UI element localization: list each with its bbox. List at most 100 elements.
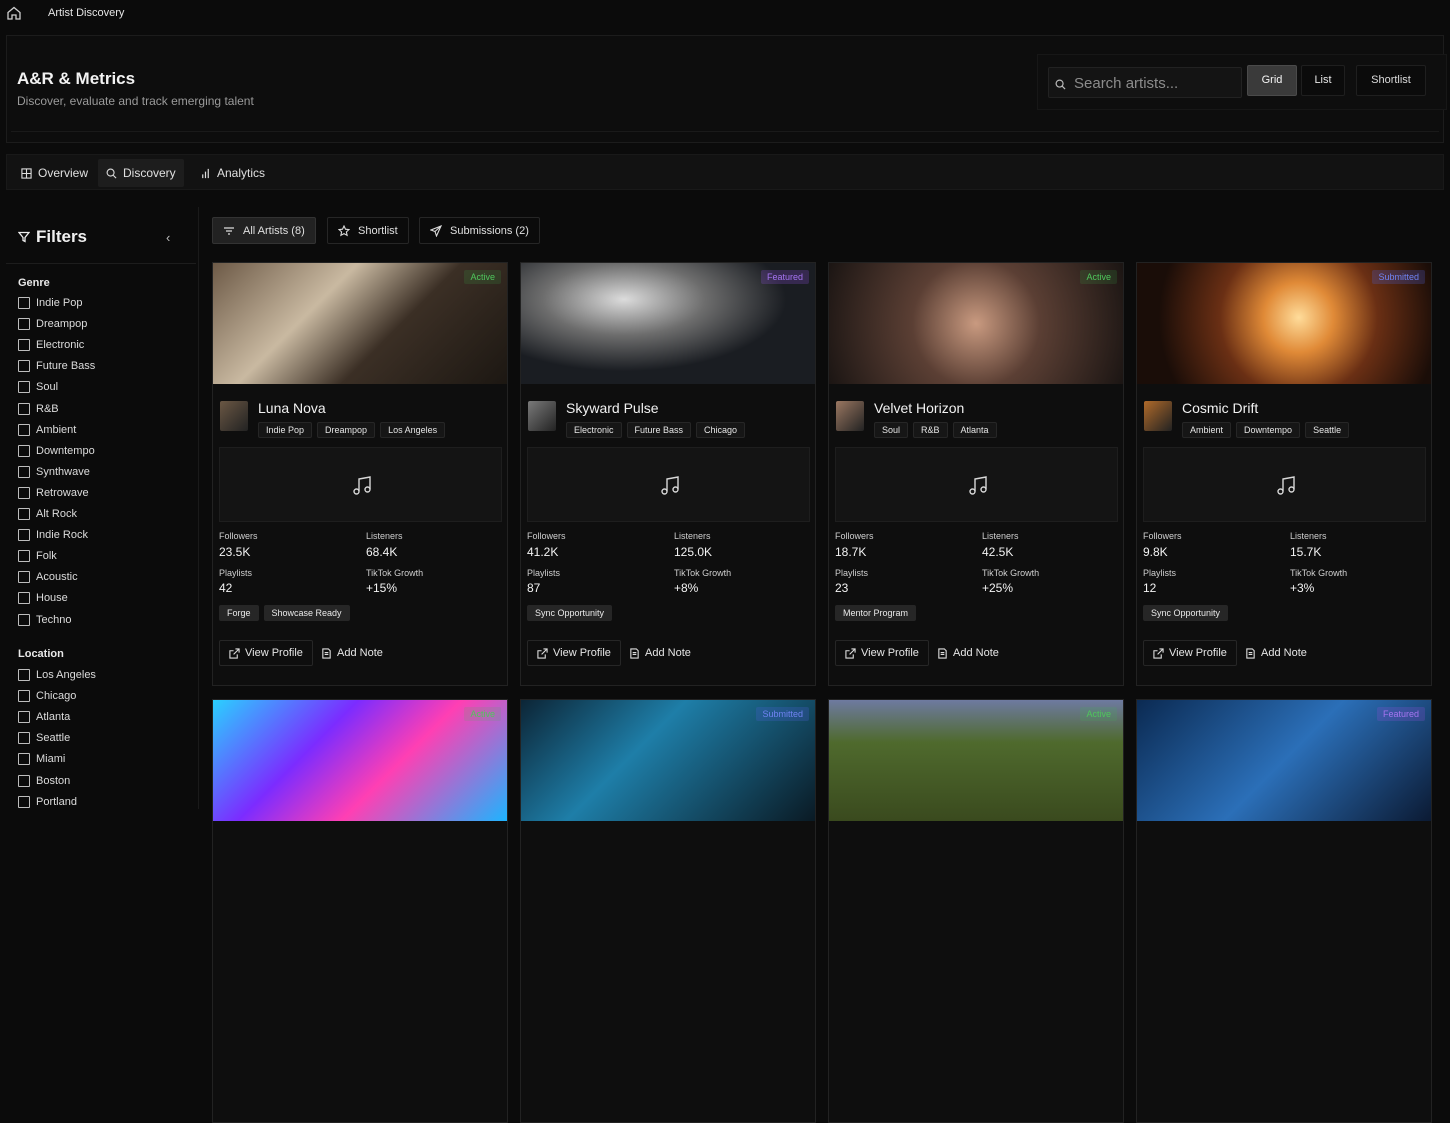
list-view-button[interactable]: List [1301, 65, 1345, 96]
checkbox[interactable] [18, 508, 30, 520]
view-profile-button[interactable]: View Profile [1143, 640, 1237, 666]
artist-name[interactable]: Velvet Horizon [874, 400, 964, 416]
filter-option-label: Acoustic [36, 571, 78, 584]
checkbox[interactable] [18, 711, 30, 724]
collapse-chevron-icon[interactable]: ‹ [166, 230, 170, 245]
filter-option[interactable]: Chicago [18, 689, 76, 703]
filter-option[interactable]: Ambient [18, 423, 76, 437]
checkbox[interactable] [18, 571, 30, 584]
shortlist-button[interactable]: Shortlist [1356, 65, 1426, 96]
checkbox[interactable] [18, 592, 30, 605]
checkbox[interactable] [18, 669, 30, 681]
filter-option[interactable]: Acoustic [18, 570, 78, 584]
filter-option[interactable]: Seattle [18, 731, 70, 745]
filter-option[interactable]: Techno [18, 613, 71, 627]
playlists-label: Playlists [527, 568, 561, 578]
add-note-button[interactable]: Add Note [321, 640, 383, 666]
artist-card[interactable]: Featured Skyward Pulse Electronic Future Ba… [520, 262, 816, 686]
artist-name[interactable]: Cosmic Drift [1182, 400, 1258, 416]
tag: Ambient [1182, 422, 1232, 438]
artist-banner-image [829, 263, 1123, 384]
filter-option[interactable]: Boston [18, 774, 70, 788]
artist-card[interactable]: Submitted Cosmic Drift Ambient Downtempo Sea… [1136, 262, 1432, 686]
tiktok-label: TikTok Growth [1290, 568, 1348, 578]
filter-option[interactable]: Portland [18, 795, 77, 809]
note-icon [322, 647, 331, 659]
artist-name[interactable]: Skyward Pulse [566, 400, 659, 416]
checkbox[interactable] [18, 402, 30, 415]
home-icon[interactable] [6, 5, 22, 21]
chip-shortlist[interactable]: Shortlist [327, 217, 409, 244]
breadcrumb[interactable]: Artist Discovery [48, 7, 124, 19]
add-note-button[interactable]: Add Note [937, 640, 999, 666]
filter-option[interactable]: Synthwave [18, 465, 90, 479]
checkbox[interactable] [18, 732, 30, 745]
checkbox[interactable] [18, 297, 30, 309]
tab-analytics[interactable]: Analytics [192, 159, 273, 187]
checkbox[interactable] [18, 465, 30, 478]
audio-player[interactable] [1143, 447, 1426, 522]
artist-tags: Electronic Future Bass Chicago [566, 422, 746, 438]
search-input[interactable]: Search artists... [1048, 67, 1242, 98]
filter-option[interactable]: Downtempo [18, 444, 95, 458]
artist-card[interactable]: Submitted [520, 699, 816, 1123]
top-bar: Artist Discovery [0, 0, 1450, 28]
filter-option[interactable]: Alt Rock [18, 507, 77, 521]
checkbox[interactable] [18, 339, 30, 352]
location-label: Location [18, 648, 64, 660]
audio-player[interactable] [835, 447, 1118, 522]
filter-option[interactable]: Indie Pop [18, 296, 82, 310]
tab-overview[interactable]: Overview [13, 159, 96, 187]
filter-option[interactable]: Soul [18, 380, 58, 394]
artist-card[interactable]: Active Luna Nova Indie Pop Dreampop Los Ange… [212, 262, 508, 686]
chip-all-artists[interactable]: All Artists (8) [212, 217, 316, 244]
checkbox[interactable] [18, 550, 30, 563]
artist-card[interactable]: Active [828, 699, 1124, 1123]
artist-card[interactable]: Active [212, 699, 508, 1123]
button-label: View Profile [1169, 647, 1227, 659]
checkbox[interactable] [18, 444, 30, 457]
checkbox[interactable] [18, 360, 30, 373]
artist-card[interactable]: Featured [1136, 699, 1432, 1123]
checkbox[interactable] [18, 795, 30, 808]
checkbox[interactable] [18, 318, 30, 331]
checkbox[interactable] [18, 690, 30, 703]
tiktok-value: +8% [674, 581, 699, 595]
view-profile-button[interactable]: View Profile [527, 640, 621, 666]
filter-option[interactable]: Future Bass [18, 359, 95, 373]
external-link-icon [845, 647, 856, 659]
tab-discovery[interactable]: Discovery [98, 159, 184, 187]
checkbox[interactable] [18, 381, 30, 394]
audio-player[interactable] [527, 447, 810, 522]
checkbox[interactable] [18, 774, 30, 787]
checkbox[interactable] [18, 613, 30, 626]
filter-option[interactable]: Electronic [18, 338, 84, 352]
artist-card[interactable]: Active Velvet Horizon Soul R&B Atlanta Follow… [828, 262, 1124, 686]
artist-name[interactable]: Luna Nova [258, 400, 326, 416]
tag: Indie Pop [258, 422, 313, 438]
view-profile-button[interactable]: View Profile [835, 640, 929, 666]
checkbox[interactable] [18, 753, 30, 766]
genre-label: Genre [18, 277, 50, 289]
filter-option-label: Retrowave [36, 486, 89, 499]
playlists-value: 87 [527, 581, 541, 595]
filter-option[interactable]: Atlanta [18, 710, 70, 724]
add-note-button[interactable]: Add Note [1245, 640, 1307, 666]
chip-submissions[interactable]: Submissions (2) [419, 217, 540, 244]
checkbox[interactable] [18, 529, 30, 542]
audio-player[interactable] [219, 447, 502, 522]
filter-icon [18, 231, 30, 243]
filter-option[interactable]: House [18, 591, 68, 605]
checkbox[interactable] [18, 423, 30, 436]
filter-option[interactable]: Indie Rock [18, 528, 88, 542]
grid-view-button[interactable]: Grid [1247, 65, 1297, 96]
add-note-button[interactable]: Add Note [629, 640, 691, 666]
filter-option[interactable]: Folk [18, 549, 57, 563]
filter-option[interactable]: Miami [18, 752, 65, 766]
checkbox[interactable] [18, 486, 30, 499]
filter-option[interactable]: Retrowave [18, 486, 89, 500]
view-profile-button[interactable]: View Profile [219, 640, 313, 666]
filter-option[interactable]: R&B [18, 402, 59, 416]
filter-option[interactable]: Los Angeles [18, 668, 96, 682]
filter-option[interactable]: Dreampop [18, 317, 87, 331]
